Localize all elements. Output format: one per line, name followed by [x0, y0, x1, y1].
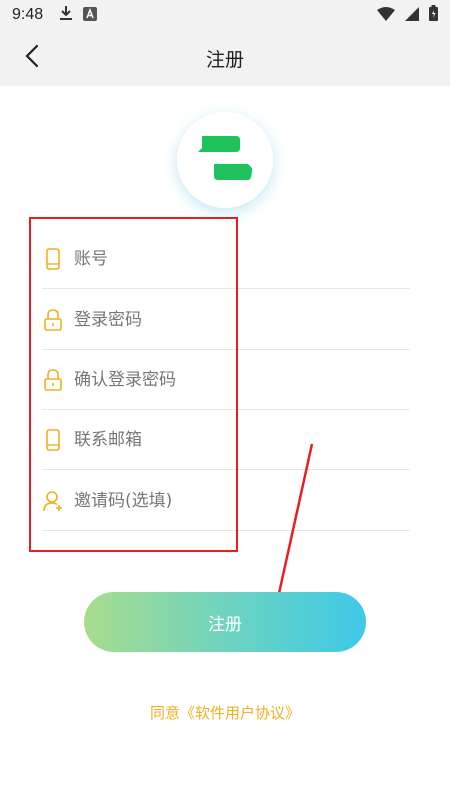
- agreement-link[interactable]: 同意《软件用户协议》: [0, 702, 450, 723]
- invite-code-input[interactable]: [74, 490, 394, 511]
- status-time: 9:48: [12, 6, 44, 23]
- invite-code-field-row: [42, 471, 410, 531]
- add-user-icon: [42, 489, 64, 513]
- register-button[interactable]: 注册: [84, 592, 366, 652]
- email-field-row: [42, 410, 410, 470]
- signal-icon: [405, 6, 419, 25]
- lock-icon: [42, 308, 64, 332]
- wifi-icon: [377, 6, 395, 25]
- phone-icon: [42, 428, 64, 452]
- status-bar: 9:48: [0, 0, 450, 30]
- account-field-row: [42, 229, 410, 289]
- back-chevron-icon: [25, 44, 39, 72]
- back-button[interactable]: [12, 38, 52, 78]
- confirm-password-field-row: [42, 350, 410, 410]
- password-field-row: [42, 290, 410, 350]
- email-input[interactable]: [74, 429, 394, 450]
- app-bar: 注册: [0, 30, 450, 86]
- password-input[interactable]: [74, 309, 394, 330]
- app-logo: [177, 112, 273, 208]
- a-notification-icon: [83, 6, 98, 25]
- page-title: 注册: [205, 48, 244, 71]
- chat-bubbles-icon: [198, 136, 252, 180]
- battery-icon: [429, 5, 438, 25]
- lock-icon: [42, 368, 64, 392]
- download-icon: [59, 5, 73, 25]
- phone-icon: [42, 247, 64, 271]
- confirm-password-input[interactable]: [74, 369, 394, 390]
- account-input[interactable]: [74, 248, 394, 269]
